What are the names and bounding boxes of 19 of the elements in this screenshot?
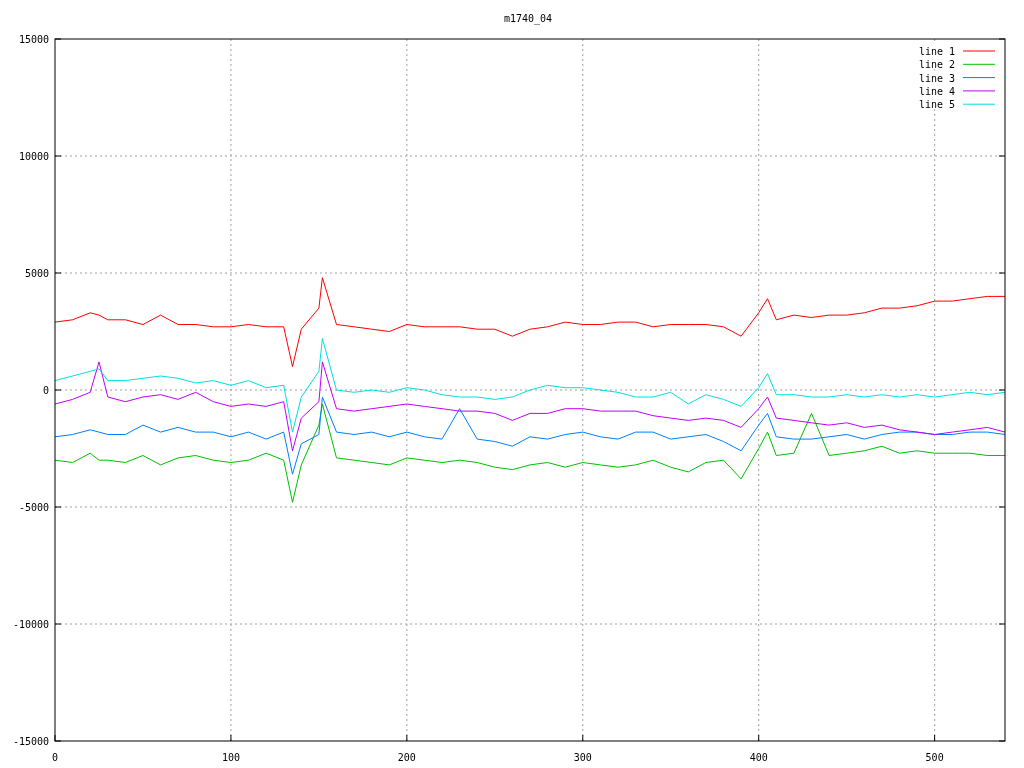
y-tick-label: 15000 xyxy=(18,34,49,45)
y-tick-label: -15000 xyxy=(12,736,49,747)
x-tick-label: 200 xyxy=(397,752,416,763)
y-tick-label: -5000 xyxy=(18,502,49,513)
x-tick-label: 400 xyxy=(749,752,768,763)
y-tick-label: -10000 xyxy=(12,619,49,630)
x-tick-label: 100 xyxy=(221,752,240,763)
y-tick-label: 5000 xyxy=(24,268,49,279)
chart-title: m1740_04 xyxy=(503,13,553,24)
legend-label: line 3 xyxy=(918,72,955,84)
y-tick-label: 10000 xyxy=(18,151,49,162)
x-tick-label: 500 xyxy=(925,752,944,763)
legend-label: line 1 xyxy=(918,46,955,57)
legend-label: line 2 xyxy=(918,59,955,71)
x-tick-label: 0 xyxy=(52,752,58,763)
legend-label: line 5 xyxy=(918,99,955,111)
legend-label: line 4 xyxy=(918,85,955,97)
y-tick-label: 0 xyxy=(42,385,49,396)
x-tick-label: 300 xyxy=(573,752,592,763)
